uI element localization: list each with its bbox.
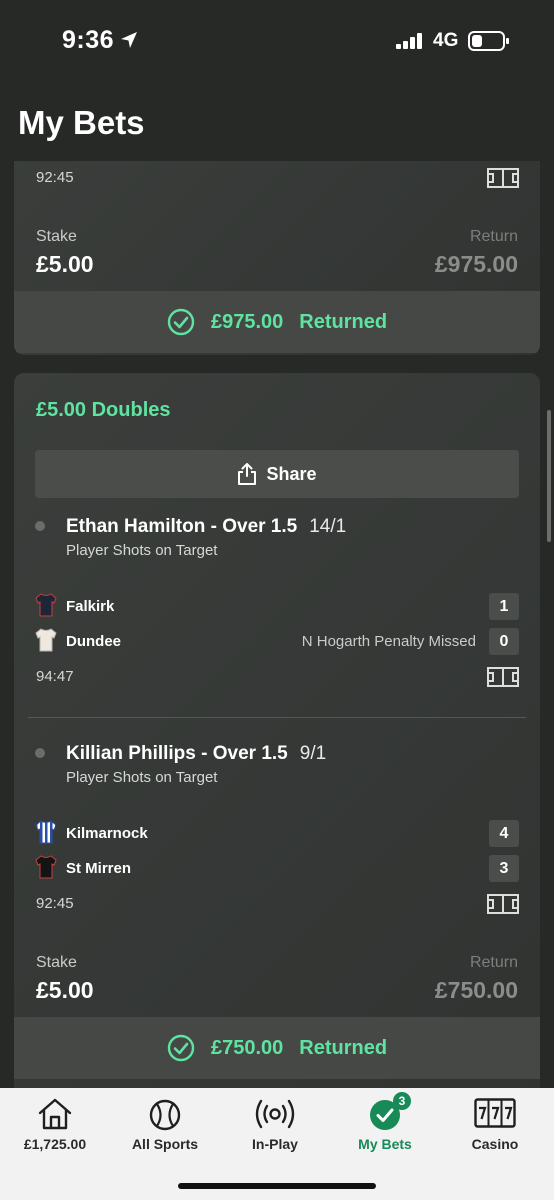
home-team: Kilmarnock <box>66 825 148 842</box>
match-time: 92:45 <box>36 169 74 186</box>
returned-amount: £975.00 <box>210 310 284 333</box>
stake-value: £5.00 <box>36 251 94 277</box>
nav-label: All Sports <box>131 1136 199 1152</box>
nav-label: In-Play <box>252 1136 298 1152</box>
home-icon <box>37 1098 73 1135</box>
match-event: N Hogarth Penalty Missed <box>301 633 476 650</box>
check-circle-icon <box>167 308 195 336</box>
bets-count-badge: 3 <box>393 1092 411 1110</box>
bet-card: 92:45 Stake £5.00 Return £975.00 £975.00… <box>14 161 540 355</box>
selection-odds: 14/1 <box>309 516 347 537</box>
nav-item-in-play[interactable]: In-Play <box>220 1088 330 1163</box>
selection-title: Ethan Hamilton - Over 1.5 14/1 <box>66 516 346 538</box>
home-indicator[interactable] <box>178 1183 376 1189</box>
nav-item-my-bets[interactable]: 3 My Bets <box>330 1088 440 1163</box>
selection-market: Player Shots on Target <box>66 769 218 786</box>
nav-item-casino[interactable]: Casino <box>440 1088 550 1163</box>
stake-label: Stake <box>36 954 77 971</box>
home-team: Falkirk <box>66 598 115 615</box>
returned-text: Returned <box>299 310 388 333</box>
match-time: 94:47 <box>36 668 74 685</box>
jersey-icon <box>35 855 57 884</box>
selection-status-dot <box>35 521 45 531</box>
jersey-icon <box>35 820 57 849</box>
match-time: 92:45 <box>36 895 74 912</box>
selection-odds: 9/1 <box>299 743 327 764</box>
selection-title: Killian Phillips - Over 1.5 9/1 <box>66 743 326 765</box>
status-time: 9:36 <box>62 26 115 54</box>
bet-card: £5.00 Doubles Share Ethan Hamilton - Ove… <box>14 373 540 1088</box>
selection-name: Ethan Hamilton - Over 1.5 <box>66 516 298 537</box>
page-title: My Bets <box>18 104 145 141</box>
nav-label: Casino <box>471 1136 519 1152</box>
network-type: 4G <box>433 30 459 51</box>
selection-name: Killian Phillips - Over 1.5 <box>66 743 288 764</box>
battery-icon <box>468 30 510 57</box>
selection-status-dot <box>35 748 45 758</box>
return-value: £750.00 <box>434 977 518 1003</box>
returned-banner: £975.00 Returned <box>14 291 540 353</box>
ball-icon <box>148 1098 182 1137</box>
nav-label: My Bets <box>358 1136 412 1152</box>
divider <box>28 717 526 718</box>
away-score: 3 <box>489 855 519 882</box>
bets-list[interactable]: 92:45 Stake £5.00 Return £975.00 £975.00… <box>0 161 554 1088</box>
bet-type: £5.00 Doubles <box>36 399 171 421</box>
selection-market: Player Shots on Target <box>66 542 218 559</box>
stake-label: Stake <box>36 228 77 245</box>
share-label: Share <box>266 463 317 484</box>
nav-label: £1,725.00 <box>23 1136 87 1152</box>
away-team: Dundee <box>66 633 122 650</box>
home-score: 4 <box>489 820 519 847</box>
jersey-icon <box>35 593 57 622</box>
returned-text: Returned <box>299 1036 388 1059</box>
nav-item-all-sports[interactable]: All Sports <box>110 1088 220 1163</box>
return-label: Return <box>469 954 518 971</box>
returned-banner: £750.00 Returned <box>14 1017 540 1079</box>
share-icon <box>237 463 257 485</box>
pitch-icon[interactable] <box>487 894 519 919</box>
return-label: Return <box>469 228 518 245</box>
away-team: St Mirren <box>66 860 132 877</box>
pitch-icon[interactable] <box>487 667 519 692</box>
status-bar: 9:36 4G <box>0 0 554 84</box>
check-circle-icon <box>167 1034 195 1062</box>
return-value: £975.00 <box>434 251 518 277</box>
nav-item-balance[interactable]: £1,725.00 <box>0 1088 110 1163</box>
jersey-icon <box>35 628 57 657</box>
location-arrow-icon <box>119 30 139 55</box>
signal-icon <box>396 33 424 54</box>
home-score: 1 <box>489 593 519 620</box>
share-button[interactable]: Share <box>35 450 519 498</box>
away-score: 0 <box>489 628 519 655</box>
returned-amount: £750.00 <box>210 1036 284 1059</box>
stake-value: £5.00 <box>36 977 94 1003</box>
broadcast-icon <box>254 1098 296 1135</box>
slot-machine-icon <box>474 1098 516 1133</box>
scrollbar[interactable] <box>547 410 551 542</box>
pitch-icon[interactable] <box>487 168 519 193</box>
